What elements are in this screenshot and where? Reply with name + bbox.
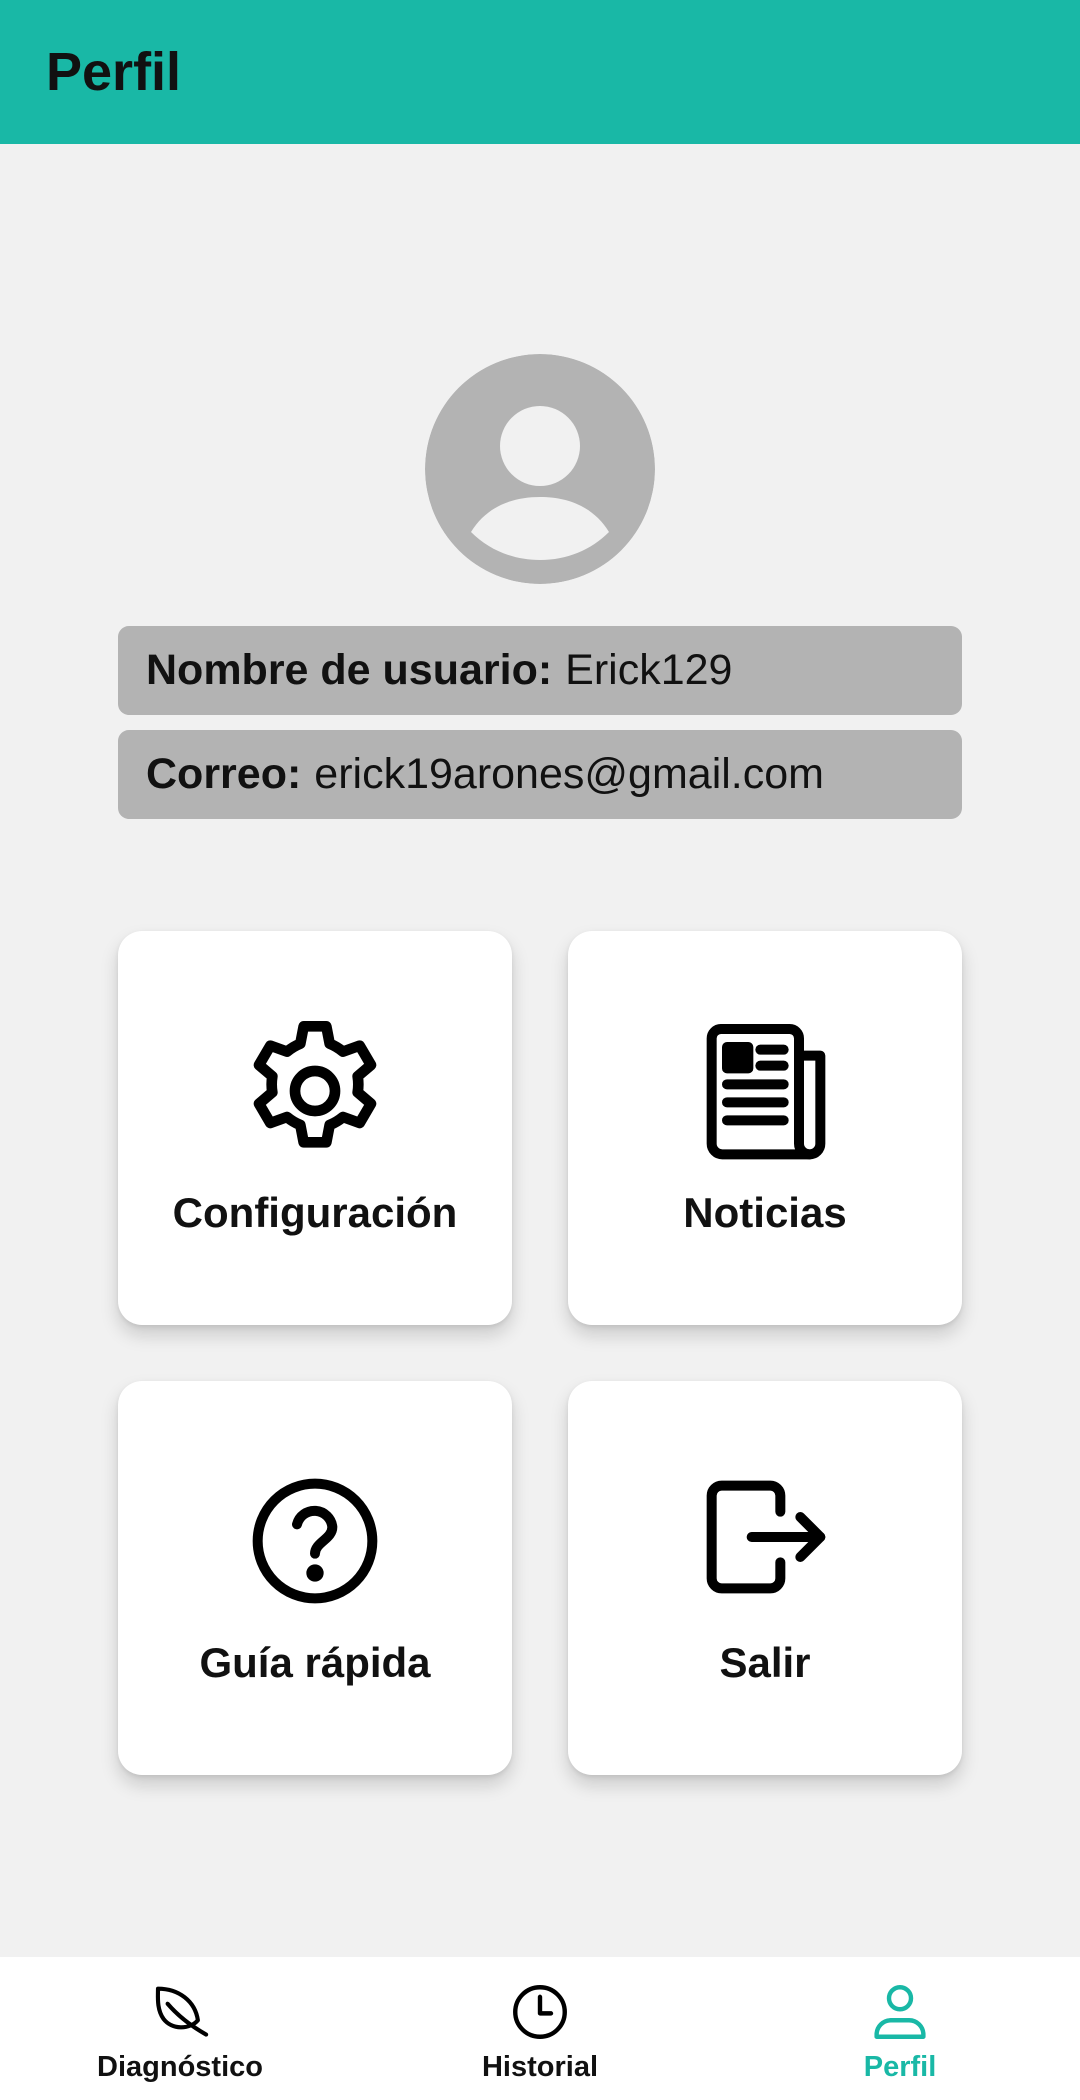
logout-icon [685,1461,845,1621]
quick-guide-card[interactable]: Guía rápida [118,1381,512,1775]
email-row: Correo: erick19arones@gmail.com [118,730,962,819]
profile-screen: Perfil Nombre de usuario: Erick129 Corre… [0,0,1080,2100]
page-title: Perfil [46,42,182,102]
clock-icon [507,1979,573,2045]
bottom-navigation: Diagnóstico Historial Perfil [0,1957,1080,2100]
username-row: Nombre de usuario: Erick129 [118,626,962,715]
email-label: Correo: [146,750,302,798]
settings-card-label: Configuración [172,1189,458,1236]
newspaper-icon [685,1011,845,1171]
person-icon [867,1979,933,2045]
nav-item-perfil[interactable]: Perfil [720,1957,1080,2100]
nav-label-diagnostico: Diagnóstico [97,2051,263,2083]
settings-card[interactable]: Configuración [118,931,512,1325]
avatar [425,354,655,584]
help-circle-icon [235,1461,395,1621]
username-label: Nombre de usuario: [146,646,553,694]
leaf-icon [147,1979,213,2045]
logout-card-label: Salir [719,1639,811,1686]
app-bar: Perfil [0,0,1080,144]
username-value: Erick129 [565,646,733,694]
gear-icon [235,1011,395,1171]
news-card-label: Noticias [683,1189,847,1236]
quick-guide-card-label: Guía rápida [199,1639,431,1686]
nav-item-diagnostico[interactable]: Diagnóstico [0,1957,360,2100]
news-card[interactable]: Noticias [568,931,962,1325]
nav-label-historial: Historial [481,2051,599,2083]
logout-card[interactable]: Salir [568,1381,962,1775]
email-value: erick19arones@gmail.com [314,750,824,798]
nav-item-historial[interactable]: Historial [360,1957,720,2100]
avatar-person-icon [425,354,655,584]
nav-label-perfil: Perfil [863,2051,937,2083]
